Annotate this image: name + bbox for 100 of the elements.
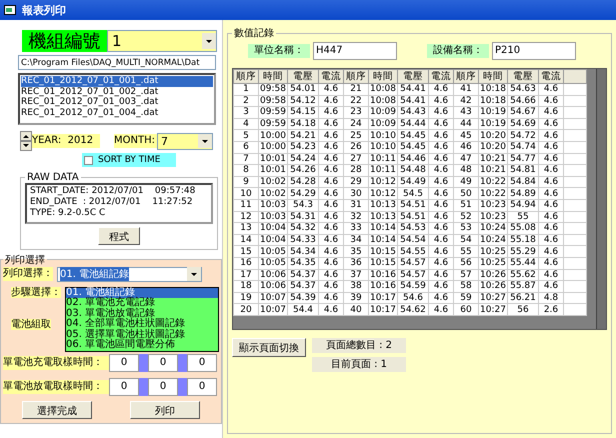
table-cell: 54.57 [398,269,428,281]
print-selection-dropdown[interactable]: 01. 電池組記錄 [57,266,202,282]
table-cell: 10:00 [258,130,288,142]
table-cell: 55.62 [508,269,538,281]
time-field[interactable]: 0 [187,354,217,372]
table-cell: 9 [234,176,258,188]
table-cell: 10:06 [258,269,288,281]
file-list[interactable]: REC_01_2012_07_01_001_.dat REC_01_2012_07_01_002_.dat REC_01_2012_07_01_003_.dat REC_01_2012_07_01_004_.dat [18,73,216,125]
year-label: YEAR: 2012 [32,134,100,148]
table-cell: 55.18 [508,234,538,246]
unit-name-field[interactable]: H447 [313,42,397,60]
table-cell: 10:05 [258,246,288,258]
table-cell: 4.6 [538,106,564,118]
table-cell: 43 [454,106,478,118]
table-cell: 4.6 [318,176,344,188]
table-cell: 54.01 [288,84,318,96]
path-field[interactable]: C:\Program Files\DAQ_MULTI_NORMAL\Dat [18,55,216,70]
time-field[interactable]: 0 [148,378,178,396]
table-cell: 4.6 [428,84,454,96]
file-item[interactable]: REC_01_2012_07_01_002_.dat [21,86,213,97]
table-cell: 58 [454,280,478,292]
table-cell: 54.62 [398,304,428,316]
table-cell: 54.45 [398,130,428,142]
table-cell: 10:13 [368,211,398,223]
table-cell: 10:02 [258,188,288,200]
table-cell: 4.6 [538,118,564,130]
table-cell: 4.6 [538,246,564,258]
program-button[interactable]: 程式 [98,226,140,244]
device-name-field[interactable]: P210 [492,42,576,60]
column-header: 電流 [428,70,454,84]
column-header: 時間 [258,70,288,84]
table-cell: 10:03 [258,199,288,212]
table-cell: 10:13 [368,199,398,212]
table-cell: 10:24 [478,222,508,234]
table-cell: 54.15 [288,106,318,118]
table-cell: 10:16 [368,280,398,292]
table-cell: 4.6 [428,118,454,130]
table-cell: 10:19 [478,118,508,130]
page-switch-button[interactable]: 顯示頁面切換 [232,338,306,357]
table-cell: 54.89 [508,188,538,200]
table-cell: 54.59 [398,280,428,292]
file-item[interactable]: REC_01_2012_07_01_001_.dat [21,76,213,86]
table-cell: 54.28 [288,176,318,188]
scrollbar[interactable] [596,69,606,329]
dropdown-option[interactable]: 02. 單電池充電記錄 [66,298,218,308]
table-cell: 16 [234,257,258,269]
table-cell: 19 [234,292,258,304]
time-separator [139,354,148,372]
table-cell: 10:02 [258,176,288,188]
dropdown-option[interactable]: 06. 單電池區間電壓分佈 [66,340,218,350]
sort-checkbox[interactable]: SORT BY TIME [82,153,176,167]
table-cell: 4.6 [538,95,564,107]
table-cell: 4.6 [318,84,344,96]
table-cell: 09:59 [258,118,288,130]
table-cell: 10:26 [478,280,508,292]
column-header: 順序 [234,70,258,84]
dropdown-option[interactable]: 01. 電池組記錄 [66,288,218,298]
file-item[interactable]: REC_01_2012_07_01_004_.dat [21,108,213,118]
dropdown-option[interactable]: 05. 選擇單電池柱狀圖記錄 [66,330,218,340]
table-cell: 2.6 [538,304,564,316]
table-cell: 54.32 [288,222,318,234]
dropdown-option[interactable]: 04. 全部單電池柱狀圖記錄 [66,319,218,330]
table-cell: 46 [454,141,478,154]
table-cell: 10:19 [478,106,508,118]
unit-dropdown[interactable]: 1 [107,30,217,52]
table-cell: 10:15 [368,257,398,269]
confirm-button[interactable]: 選擇完成 [22,400,92,418]
table-cell: 10:09 [368,118,398,130]
table-cell: 4.6 [428,246,454,258]
table-cell: 49 [454,176,478,188]
step-selection-label: 步驟選擇： [11,286,61,298]
unit-name-label: 單位名稱： [248,44,310,58]
time-field[interactable]: 0 [148,354,178,372]
dropdown-option[interactable]: 03. 單電池放電記錄 [66,308,218,319]
time-field[interactable]: 0 [109,378,139,396]
table-cell: 13 [234,222,258,234]
print-button[interactable]: 列印 [130,400,200,418]
table-cell: 10:22 [478,188,508,200]
file-item[interactable]: REC_01_2012_07_01_003_.dat [21,97,213,108]
time-field[interactable]: 0 [109,354,139,372]
table-cell: 10:25 [478,246,508,258]
time-field[interactable]: 0 [187,378,217,396]
table-cell: 4.6 [318,246,344,258]
month-dropdown[interactable]: 7 [156,132,213,150]
table-cell: 51 [454,199,478,212]
table-cell: 4.6 [538,141,564,154]
table-cell: 34 [344,234,368,246]
table-cell: 4.6 [318,280,344,292]
table-cell: 54.66 [508,95,538,107]
spinner-icon[interactable] [20,131,32,151]
time-separator [178,378,187,396]
table-cell: 3 [234,106,258,118]
table-cell: 4.6 [428,234,454,246]
column-header: 時間 [368,70,398,84]
column-header: 順序 [454,70,478,84]
table-cell: 54.53 [398,222,428,234]
table-cell: 42 [454,95,478,107]
table-cell: 55.29 [508,246,538,258]
table-cell: 10:08 [368,84,398,96]
table-cell: 53 [454,222,478,234]
